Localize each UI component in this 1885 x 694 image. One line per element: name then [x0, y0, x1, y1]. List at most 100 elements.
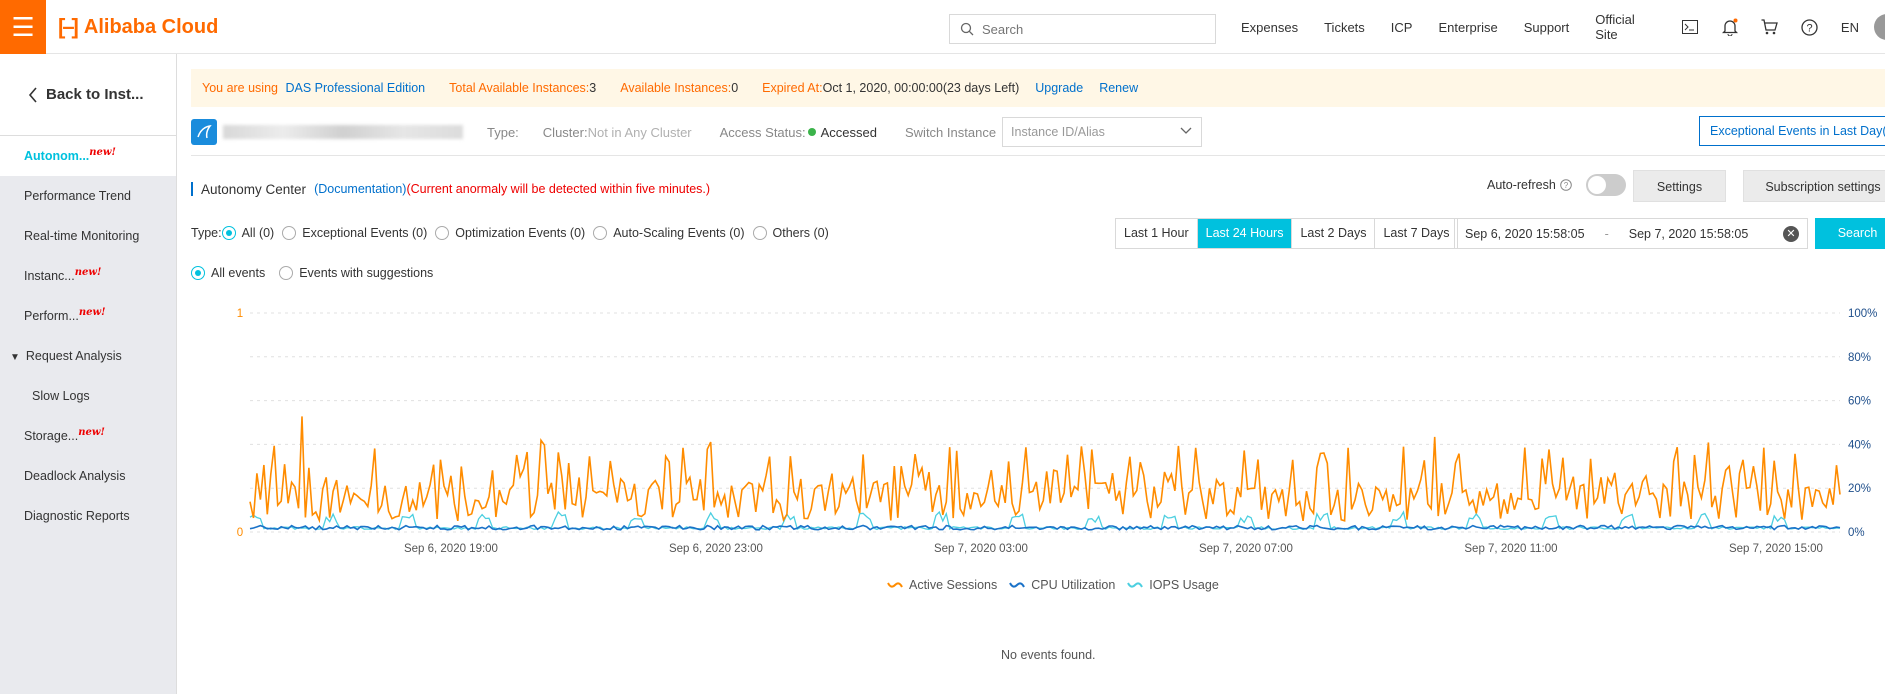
radio-label: Others (0)	[772, 226, 829, 240]
legend-active-sessions[interactable]: Active Sessions	[887, 578, 997, 592]
total-instances-value: 3	[589, 81, 597, 95]
language-switch[interactable]: EN	[1841, 20, 1859, 35]
sidebar-item-label: Real-time Monitoring	[24, 229, 140, 243]
edition-link[interactable]: DAS Professional Edition	[285, 81, 425, 95]
legend-iops-usage[interactable]: IOPS Usage	[1127, 578, 1219, 592]
title-accent-bar	[191, 182, 193, 196]
radio-indicator	[752, 226, 767, 240]
sidebar-group-request-analysis[interactable]: ▼ Request Analysis	[0, 336, 176, 376]
sidebar-item-instance[interactable]: Instanc...new!	[0, 256, 176, 296]
legend-label: Active Sessions	[909, 578, 998, 592]
menu-icon[interactable]: ☰	[0, 0, 46, 54]
toggle-knob	[1587, 176, 1606, 194]
access-status-value: Accessed	[820, 124, 877, 140]
radio-auto-scaling-events[interactable]: Auto-Scaling Events (0)	[593, 226, 745, 240]
edition-notice: You are using DAS Professional Edition T…	[191, 69, 1885, 107]
last-7-days-button[interactable]: Last 7 Days	[1375, 219, 1458, 248]
caret-down-icon: ▼	[10, 352, 20, 363]
cluster-label: Cluster:	[542, 124, 588, 140]
sidebar-item-storage[interactable]: Storage...new!	[0, 416, 176, 456]
help-icon[interactable]: ?	[1801, 17, 1819, 37]
divider	[191, 155, 1885, 156]
auto-refresh-toggle[interactable]	[1585, 174, 1626, 196]
sidebar-item-performance-trend[interactable]: Performance Trend	[0, 176, 176, 216]
bell-icon[interactable]	[1721, 17, 1739, 37]
logo-text: Alibaba Cloud	[83, 16, 219, 38]
sidebar-item-label: Diagnostic Reports	[24, 509, 130, 523]
type-filter-label: Type:	[191, 226, 222, 240]
cluster-value: Not in Any Cluster	[587, 124, 692, 140]
radio-exceptional-events[interactable]: Exceptional Events (0)	[282, 226, 427, 240]
sidebar-item-diagnostic-reports[interactable]: Diagnostic Reports	[0, 496, 176, 536]
date-end[interactable]: Sep 7, 2020 15:58:05	[1629, 227, 1749, 241]
settings-button[interactable]: Settings	[1633, 170, 1726, 202]
nav-enterprise[interactable]: Enterprise	[1438, 20, 1497, 35]
radio-indicator	[279, 266, 294, 280]
date-start[interactable]: Sep 6, 2020 15:58:05	[1465, 227, 1585, 241]
radio-label: Exceptional Events (0)	[302, 226, 428, 240]
terminal-icon[interactable]	[1681, 17, 1699, 37]
search-button[interactable]: Search	[1815, 218, 1885, 249]
clear-icon[interactable]: ✕	[1783, 226, 1799, 242]
documentation-link[interactable]: (Documentation)	[314, 182, 406, 196]
sidebar-item-realtime-monitoring[interactable]: Real-time Monitoring	[0, 216, 176, 256]
nav-icp[interactable]: ICP	[1391, 20, 1413, 35]
legend-label: CPU Utilization	[1031, 578, 1116, 592]
total-instances-label: Total Available Instances:	[449, 81, 590, 95]
radio-label: Optimization Events (0)	[455, 226, 586, 240]
chevron-left-icon	[28, 86, 37, 103]
legend-label: IOPS Usage	[1149, 578, 1219, 592]
radio-events-with-suggestions[interactable]: Events with suggestions	[279, 266, 433, 280]
radio-optimization-events[interactable]: Optimization Events (0)	[435, 226, 585, 240]
using-label: You are using	[202, 81, 278, 95]
last-1-hour-button[interactable]: Last 1 Hour	[1116, 219, 1198, 248]
sidebar-item-label: Autonom...	[24, 149, 90, 163]
sidebar-item-deadlock-analysis[interactable]: Deadlock Analysis	[0, 456, 176, 496]
radio-indicator	[191, 266, 205, 280]
search-input[interactable]	[982, 21, 1202, 37]
global-search[interactable]	[949, 14, 1216, 44]
top-bar: ☰ [–] Alibaba Cloud Expenses Tickets ICP…	[0, 0, 1885, 54]
radio-others[interactable]: Others (0)	[752, 226, 829, 240]
empty-state: No events found.	[1001, 648, 1096, 662]
last-2-days-button[interactable]: Last 2 Days	[1292, 219, 1376, 248]
radio-indicator	[282, 226, 297, 240]
switch-instance-select[interactable]: Instance ID/Alias	[1002, 117, 1203, 147]
sidebar-item-slow-logs[interactable]: Slow Logs	[0, 376, 176, 416]
last-24-hours-button[interactable]: Last 24 Hours	[1197, 219, 1293, 248]
nav-support[interactable]: Support	[1524, 20, 1570, 35]
legend-line-icon	[1127, 582, 1144, 588]
nav-official-site[interactable]: Official Site	[1595, 12, 1654, 42]
alibaba-cloud-logo[interactable]: [–] Alibaba Cloud	[58, 14, 218, 40]
date-range-picker[interactable]: Sep 6, 2020 15:58:05 - Sep 7, 2020 15:58…	[1454, 218, 1808, 249]
renew-link[interactable]: Renew	[1099, 81, 1138, 95]
radio-all-events[interactable]: All events	[191, 266, 265, 280]
auto-refresh: Auto-refresh ?	[1487, 174, 1626, 196]
sidebar-item-label: Instanc...	[24, 269, 75, 283]
svg-text:?: ?	[1807, 22, 1813, 34]
question-icon[interactable]: ?	[1559, 179, 1572, 191]
nav-tickets[interactable]: Tickets	[1324, 20, 1365, 35]
radio-all[interactable]: All (0)	[221, 226, 275, 240]
database-icon	[191, 119, 217, 145]
exceptional-events-button[interactable]: Exceptional Events in Last Day(0)	[1699, 116, 1885, 146]
back-to-instances-link[interactable]: Back to Inst...	[0, 54, 176, 136]
subscription-settings-button[interactable]: Subscription settings	[1743, 170, 1885, 202]
radio-indicator	[593, 226, 608, 240]
nav-expenses[interactable]: Expenses	[1241, 20, 1298, 35]
new-badge: new!	[78, 427, 105, 438]
anomaly-warning: (Current anormaly will be detected withi…	[406, 182, 711, 196]
type-label: Type:	[487, 124, 519, 140]
sidebar-item-label: Deadlock Analysis	[24, 469, 126, 483]
sidebar-item-performance[interactable]: Perform...new!	[0, 296, 176, 336]
radio-label: All (0)	[241, 226, 275, 240]
available-instances-value: 0	[731, 81, 739, 95]
sidebar-item-autonomy[interactable]: Autonom...new!	[0, 136, 176, 176]
radio-label: All events	[211, 266, 266, 280]
type-filter: Type: All (0) Exceptional Events (0) Opt…	[191, 226, 837, 240]
switch-instance-label: Switch Instance	[905, 124, 997, 140]
cart-icon[interactable]	[1761, 17, 1779, 37]
sidebar: Back to Inst... Autonom...new! Performan…	[0, 54, 177, 694]
upgrade-link[interactable]: Upgrade	[1035, 81, 1083, 95]
legend-cpu-utilization[interactable]: CPU Utilization	[1009, 578, 1115, 592]
